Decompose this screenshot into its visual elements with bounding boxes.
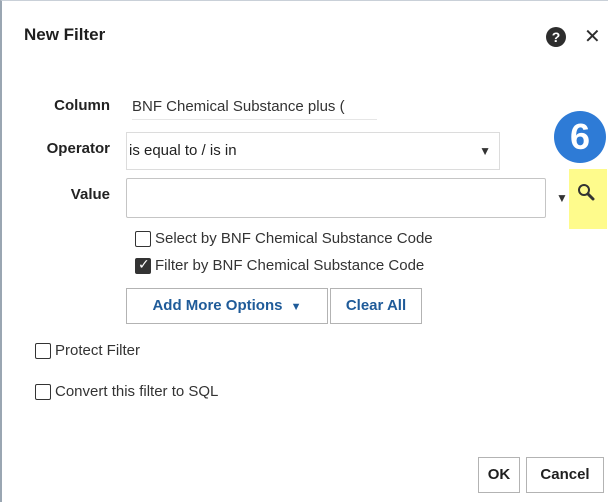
- value-input[interactable]: [126, 178, 546, 218]
- ok-button[interactable]: OK: [478, 457, 520, 493]
- filter-by-code-label: Filter by BNF Chemical Substance Code: [155, 257, 425, 274]
- protect-filter-checkbox[interactable]: [35, 343, 51, 359]
- chevron-down-icon: ▼: [290, 301, 302, 313]
- convert-sql-checkbox[interactable]: [35, 384, 51, 400]
- add-more-options-button[interactable]: Add More Options ▼: [126, 288, 328, 324]
- protect-filter-label: Protect Filter: [55, 342, 141, 359]
- convert-sql-label: Convert this filter to SQL: [55, 383, 219, 400]
- cancel-button[interactable]: Cancel: [526, 457, 604, 493]
- search-icon[interactable]: [577, 183, 595, 201]
- filter-by-code-checkbox[interactable]: [135, 256, 151, 274]
- step-badge: 6: [554, 111, 606, 163]
- select-by-code-checkbox[interactable]: [135, 231, 151, 247]
- select-by-code-label: Select by BNF Chemical Substance Code: [155, 230, 433, 247]
- clear-all-button[interactable]: Clear All: [330, 288, 422, 324]
- column-value: BNF Chemical Substance plus (: [132, 96, 377, 120]
- help-icon[interactable]: ?: [546, 27, 566, 47]
- value-dropdown-chevron-icon[interactable]: ▼: [556, 191, 568, 205]
- chevron-down-icon: ▼: [479, 144, 491, 158]
- new-filter-dialog: New Filter ? ✕ Column BNF Chemical Subst…: [0, 0, 608, 502]
- operator-label: Operator: [46, 140, 110, 157]
- value-label: Value: [70, 186, 110, 203]
- dialog-title: New Filter: [24, 25, 106, 44]
- add-more-options-label: Add More Options: [152, 297, 283, 314]
- close-icon[interactable]: ✕: [584, 24, 601, 49]
- operator-select-value: is equal to / is in: [129, 142, 237, 159]
- operator-select[interactable]: is equal to / is in ▼: [126, 132, 500, 170]
- column-label: Column: [54, 97, 110, 114]
